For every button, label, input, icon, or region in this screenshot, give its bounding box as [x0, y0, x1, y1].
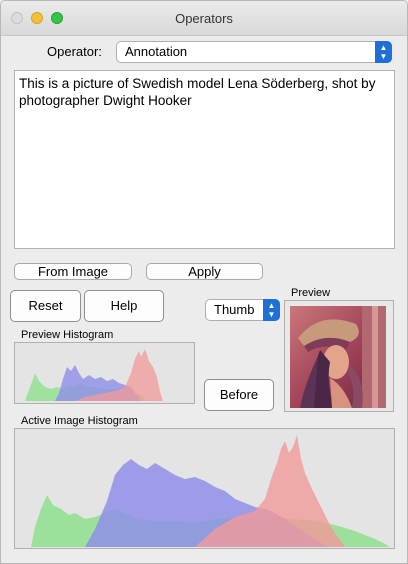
preview-histogram-label: Preview Histogram	[21, 329, 114, 341]
before-button[interactable]: Before	[204, 379, 274, 411]
chevron-updown-icon: ▲ ▼	[375, 41, 392, 63]
from-image-button[interactable]: From Image	[14, 263, 132, 280]
preview-image	[290, 306, 386, 408]
operator-select-value: Annotation	[125, 44, 188, 59]
active-histogram-chart	[31, 435, 389, 547]
active-histogram	[14, 428, 395, 549]
preview-histogram-chart	[25, 349, 163, 401]
title-bar: Operators	[1, 1, 407, 36]
thumb-select[interactable]: Thumb ▲ ▼	[205, 299, 280, 321]
active-histogram-label: Active Image Histogram	[21, 415, 138, 427]
apply-button[interactable]: Apply	[146, 263, 263, 280]
operators-window: Operators Operator: Annotation ▲ ▼ This i…	[0, 0, 408, 564]
reset-button[interactable]: Reset	[10, 290, 81, 322]
preview-histogram	[14, 342, 195, 404]
preview-panel	[284, 300, 394, 412]
operator-select[interactable]: Annotation ▲ ▼	[116, 41, 392, 63]
help-button[interactable]: Help	[84, 290, 164, 322]
annotation-textarea[interactable]: This is a picture of Swedish model Lena …	[14, 70, 395, 249]
operator-label: Operator:	[47, 44, 102, 59]
preview-label: Preview	[291, 287, 331, 299]
thumb-select-value: Thumb	[214, 302, 255, 317]
window-title: Operators	[175, 11, 233, 26]
chevron-updown-icon: ▲ ▼	[263, 299, 280, 321]
